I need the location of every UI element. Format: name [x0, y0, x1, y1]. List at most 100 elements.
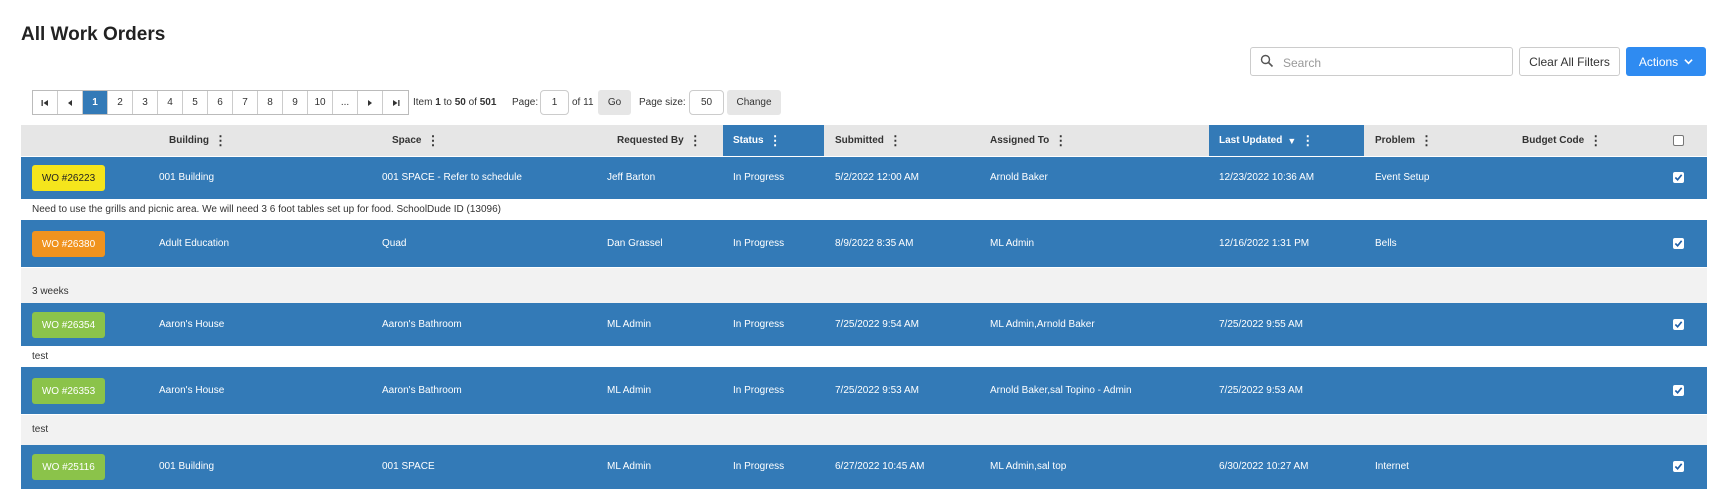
cell-assigned-to: Arnold Baker: [990, 172, 1048, 183]
cell-building: Adult Education: [159, 238, 230, 249]
page-button[interactable]: 10: [308, 91, 333, 114]
cell-requested-by: Jeff Barton: [607, 172, 656, 183]
page-number-input[interactable]: 1: [540, 90, 569, 115]
prev-page-button[interactable]: [58, 91, 83, 114]
column-header-assigned-to[interactable]: Assigned To ⋮: [980, 125, 1199, 156]
prev-page-icon: [68, 99, 72, 106]
page-ellipsis-button[interactable]: ...: [333, 91, 358, 114]
search-input[interactable]: [1281, 52, 1505, 74]
row-checkbox[interactable]: [1673, 385, 1684, 396]
select-all-checkbox[interactable]: [1673, 135, 1684, 146]
item-of-word: of: [468, 97, 477, 108]
cell-space: Aaron's Bathroom: [382, 385, 462, 396]
column-header-budget-code[interactable]: Budget Code ⋮: [1512, 125, 1662, 156]
chevron-down-icon: [1684, 59, 1693, 65]
cell-problem: Internet: [1375, 461, 1409, 472]
cell-requested-by: ML Admin: [607, 385, 652, 396]
first-page-icon: [41, 99, 48, 106]
column-header-requested-by[interactable]: Requested By ⋮: [607, 125, 723, 156]
column-header-space[interactable]: Space ⋮: [382, 125, 607, 156]
page-button[interactable]: 6: [208, 91, 233, 114]
page-count-label: of 11: [572, 97, 594, 108]
actions-label: Actions: [1638, 54, 1679, 69]
column-menu-icon[interactable]: ⋮: [1301, 134, 1314, 147]
change-button[interactable]: Change: [727, 90, 781, 115]
column-label: Building: [169, 135, 209, 146]
item-to: 50: [454, 97, 466, 108]
cell-last-updated: 7/25/2022 9:55 AM: [1219, 319, 1303, 330]
column-menu-icon[interactable]: ⋮: [769, 134, 782, 147]
sort-desc-icon: ▼: [1287, 135, 1297, 146]
work-order-badge[interactable]: WO #26354: [32, 312, 105, 338]
cell-building: Aaron's House: [159, 385, 225, 396]
column-label: Last Updated: [1219, 135, 1283, 146]
checkmark-icon: [1674, 240, 1683, 247]
column-label: Status: [733, 135, 764, 146]
work-order-badge[interactable]: WO #25116: [32, 454, 105, 480]
work-order-badge[interactable]: WO #26380: [32, 231, 105, 257]
cell-submitted: 6/27/2022 10:45 AM: [835, 461, 925, 472]
row-checkbox[interactable]: [1673, 461, 1684, 472]
column-label: Problem: [1375, 135, 1416, 146]
cell-space: Quad: [382, 238, 407, 249]
row-description: test: [21, 415, 1707, 445]
cell-assigned-to: ML Admin,sal top: [990, 461, 1067, 472]
work-order-badge[interactable]: WO #26353: [32, 378, 105, 404]
column-label: Budget Code: [1522, 135, 1585, 146]
column-header-status[interactable]: Status ⋮: [723, 125, 824, 156]
column-menu-icon[interactable]: ⋮: [889, 134, 902, 147]
work-order-badge[interactable]: WO #26223: [32, 165, 105, 191]
cell-status: In Progress: [733, 461, 785, 472]
cell-building: 001 Building: [159, 461, 215, 472]
table-row[interactable]: WO #25116 001 Building 001 SPACE ML Admi…: [21, 445, 1707, 489]
cell-assigned-to: ML Admin: [990, 238, 1035, 249]
next-page-button[interactable]: [358, 91, 383, 114]
actions-button[interactable]: Actions: [1626, 47, 1706, 76]
page-button[interactable]: 5: [183, 91, 208, 114]
checkmark-icon: [1674, 463, 1683, 470]
search-icon: [1260, 54, 1274, 68]
page-button[interactable]: 7: [233, 91, 258, 114]
table-row[interactable]: WO #26223 001 Building 001 SPACE - Refer…: [21, 157, 1707, 199]
column-header-problem[interactable]: Problem ⋮: [1365, 125, 1512, 156]
cell-last-updated: 7/25/2022 9:53 AM: [1219, 385, 1303, 396]
last-page-button[interactable]: [383, 91, 408, 114]
clear-all-filters-button[interactable]: Clear All Filters: [1519, 47, 1620, 76]
cell-submitted: 7/25/2022 9:54 AM: [835, 319, 919, 330]
cell-building: Aaron's House: [159, 319, 225, 330]
column-label: Requested By: [617, 135, 684, 146]
row-checkbox[interactable]: [1673, 319, 1684, 330]
page-button[interactable]: 2: [108, 91, 133, 114]
page-button[interactable]: 8: [258, 91, 283, 114]
search-box[interactable]: [1250, 47, 1513, 76]
cell-status: In Progress: [733, 172, 785, 183]
page-button[interactable]: 1: [83, 91, 108, 114]
column-header-last-updated[interactable]: Last Updated ▼ ⋮: [1209, 125, 1364, 156]
column-menu-icon[interactable]: ⋮: [426, 134, 439, 147]
page-title: All Work Orders: [21, 24, 166, 45]
page-button[interactable]: 9: [283, 91, 308, 114]
column-menu-icon[interactable]: ⋮: [214, 134, 227, 147]
column-menu-icon[interactable]: ⋮: [689, 134, 702, 147]
page-button[interactable]: 3: [133, 91, 158, 114]
cell-last-updated: 12/23/2022 10:36 AM: [1219, 172, 1315, 183]
row-description: test: [32, 351, 49, 362]
row-checkbox[interactable]: [1673, 238, 1684, 249]
page-size-input[interactable]: 50: [689, 90, 724, 115]
row-checkbox[interactable]: [1673, 172, 1684, 183]
item-prefix: Item: [413, 97, 433, 108]
go-button[interactable]: Go: [598, 90, 631, 115]
column-menu-icon[interactable]: ⋮: [1589, 134, 1602, 147]
table-row[interactable]: WO #26353 Aaron's House Aaron's Bathroom…: [21, 367, 1707, 414]
first-page-button[interactable]: [33, 91, 58, 114]
cell-submitted: 7/25/2022 9:53 AM: [835, 385, 919, 396]
table-row[interactable]: WO #26380 Adult Education Quad Dan Grass…: [21, 220, 1707, 267]
column-header-building[interactable]: Building ⋮: [159, 125, 382, 156]
page-button[interactable]: 4: [158, 91, 183, 114]
item-total: 501: [479, 97, 497, 108]
column-menu-icon[interactable]: ⋮: [1054, 134, 1067, 147]
table-row[interactable]: WO #26354 Aaron's House Aaron's Bathroom…: [21, 303, 1707, 346]
column-menu-icon[interactable]: ⋮: [1420, 134, 1433, 147]
cell-problem: Bells: [1375, 238, 1397, 249]
column-header-submitted[interactable]: Submitted ⋮: [825, 125, 980, 156]
